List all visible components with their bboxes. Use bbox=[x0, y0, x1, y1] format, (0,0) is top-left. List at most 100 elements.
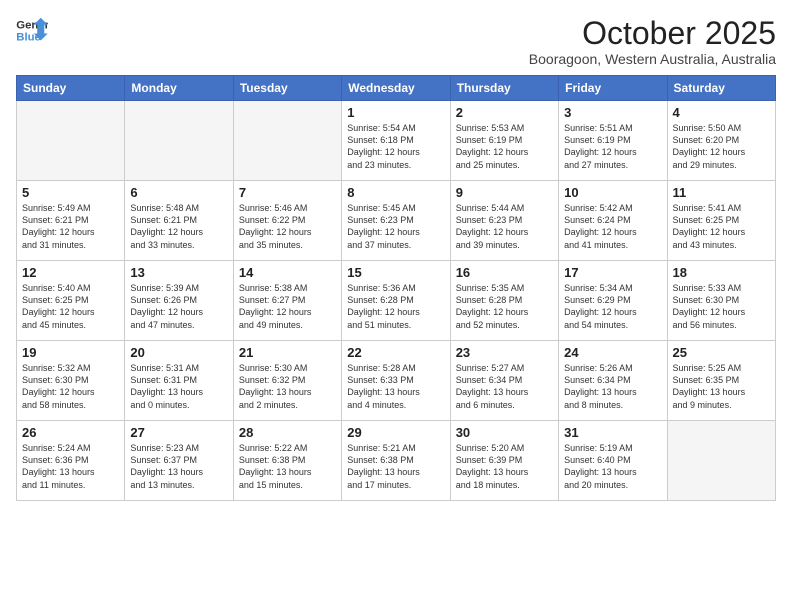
header-monday: Monday bbox=[125, 76, 233, 101]
calendar-cell: 17Sunrise: 5:34 AM Sunset: 6:29 PM Dayli… bbox=[559, 261, 667, 341]
header-saturday: Saturday bbox=[667, 76, 775, 101]
day-number: 10 bbox=[564, 185, 661, 200]
day-info: Sunrise: 5:23 AM Sunset: 6:37 PM Dayligh… bbox=[130, 442, 227, 491]
day-number: 2 bbox=[456, 105, 553, 120]
day-number: 19 bbox=[22, 345, 119, 360]
calendar-cell: 5 Sunrise: 5:49 AM Sunset: 6:21 PM Daylig… bbox=[17, 181, 125, 261]
calendar-cell: 3 Sunrise: 5:51 AM Sunset: 6:19 PM Daylig… bbox=[559, 101, 667, 181]
calendar-cell: 12 Sunrise: 5:40 AM Sunset: 6:25 PM Dayli… bbox=[17, 261, 125, 341]
day-info: Sunrise: 5:19 AM Sunset: 6:40 PM Dayligh… bbox=[564, 442, 661, 491]
calendar-cell: 24 Sunrise: 5:26 AM Sunset: 6:34 PM Dayli… bbox=[559, 341, 667, 421]
calendar-cell: 16 Sunrise: 5:35 AM Sunset: 6:28 PM Dayli… bbox=[450, 261, 558, 341]
day-number: 22 bbox=[347, 345, 444, 360]
logo-icon: General Blue bbox=[16, 16, 48, 44]
calendar-cell: 11Sunrise: 5:41 AM Sunset: 6:25 PM Dayli… bbox=[667, 181, 775, 261]
calendar-subtitle: Booragoon, Western Australia, Australia bbox=[529, 51, 776, 67]
day-number: 26 bbox=[22, 425, 119, 440]
calendar-cell: 14 Sunrise: 5:38 AM Sunset: 6:27 PM Dayli… bbox=[233, 261, 341, 341]
day-info: Sunrise: 5:39 AM Sunset: 6:26 PM Dayligh… bbox=[130, 282, 227, 331]
calendar-cell: 27 Sunrise: 5:23 AM Sunset: 6:37 PM Dayli… bbox=[125, 421, 233, 501]
header-thursday: Thursday bbox=[450, 76, 558, 101]
day-info: Sunrise: 5:25 AM Sunset: 6:35 PM Dayligh… bbox=[673, 362, 770, 411]
svg-text:Blue: Blue bbox=[16, 32, 41, 44]
calendar-cell bbox=[233, 101, 341, 181]
day-number: 9 bbox=[456, 185, 553, 200]
week-row-2: 12 Sunrise: 5:40 AM Sunset: 6:25 PM Dayli… bbox=[17, 261, 776, 341]
day-number: 16 bbox=[456, 265, 553, 280]
calendar-cell bbox=[17, 101, 125, 181]
day-number: 4 bbox=[673, 105, 770, 120]
day-info: Sunrise: 5:30 AM Sunset: 6:32 PM Dayligh… bbox=[239, 362, 336, 411]
day-info: Sunrise: 5:35 AM Sunset: 6:28 PM Dayligh… bbox=[456, 282, 553, 331]
day-number: 20 bbox=[130, 345, 227, 360]
day-info: Sunrise: 5:50 AM Sunset: 6:20 PM Dayligh… bbox=[673, 122, 770, 171]
calendar-table: SundayMondayTuesdayWednesdayThursdayFrid… bbox=[16, 75, 776, 501]
calendar-cell: 25 Sunrise: 5:25 AM Sunset: 6:35 PM Dayli… bbox=[667, 341, 775, 421]
header-tuesday: Tuesday bbox=[233, 76, 341, 101]
day-number: 24 bbox=[564, 345, 661, 360]
header-wednesday: Wednesday bbox=[342, 76, 450, 101]
day-number: 25 bbox=[673, 345, 770, 360]
day-number: 3 bbox=[564, 105, 661, 120]
calendar-cell: 4 Sunrise: 5:50 AM Sunset: 6:20 PM Daylig… bbox=[667, 101, 775, 181]
day-number: 27 bbox=[130, 425, 227, 440]
day-number: 15 bbox=[347, 265, 444, 280]
day-info: Sunrise: 5:46 AM Sunset: 6:22 PM Dayligh… bbox=[239, 202, 336, 251]
calendar-cell: 6 Sunrise: 5:48 AM Sunset: 6:21 PM Daylig… bbox=[125, 181, 233, 261]
day-info: Sunrise: 5:51 AM Sunset: 6:19 PM Dayligh… bbox=[564, 122, 661, 171]
calendar-title: October 2025 bbox=[529, 16, 776, 51]
day-info: Sunrise: 5:36 AM Sunset: 6:28 PM Dayligh… bbox=[347, 282, 444, 331]
calendar-cell: 19 Sunrise: 5:32 AM Sunset: 6:30 PM Dayli… bbox=[17, 341, 125, 421]
day-info: Sunrise: 5:32 AM Sunset: 6:30 PM Dayligh… bbox=[22, 362, 119, 411]
calendar-cell bbox=[125, 101, 233, 181]
day-info: Sunrise: 5:27 AM Sunset: 6:34 PM Dayligh… bbox=[456, 362, 553, 411]
day-info: Sunrise: 5:41 AM Sunset: 6:25 PM Dayligh… bbox=[673, 202, 770, 251]
day-info: Sunrise: 5:31 AM Sunset: 6:31 PM Dayligh… bbox=[130, 362, 227, 411]
calendar-cell: 28 Sunrise: 5:22 AM Sunset: 6:38 PM Dayli… bbox=[233, 421, 341, 501]
day-info: Sunrise: 5:22 AM Sunset: 6:38 PM Dayligh… bbox=[239, 442, 336, 491]
header-friday: Friday bbox=[559, 76, 667, 101]
calendar-cell: 31Sunrise: 5:19 AM Sunset: 6:40 PM Dayli… bbox=[559, 421, 667, 501]
day-number: 6 bbox=[130, 185, 227, 200]
day-number: 17 bbox=[564, 265, 661, 280]
day-info: Sunrise: 5:26 AM Sunset: 6:34 PM Dayligh… bbox=[564, 362, 661, 411]
day-number: 1 bbox=[347, 105, 444, 120]
day-number: 8 bbox=[347, 185, 444, 200]
calendar-cell: 20 Sunrise: 5:31 AM Sunset: 6:31 PM Dayli… bbox=[125, 341, 233, 421]
day-number: 18 bbox=[673, 265, 770, 280]
calendar-cell: 8Sunrise: 5:45 AM Sunset: 6:23 PM Daylig… bbox=[342, 181, 450, 261]
day-number: 5 bbox=[22, 185, 119, 200]
calendar-cell: 9 Sunrise: 5:44 AM Sunset: 6:23 PM Daylig… bbox=[450, 181, 558, 261]
header: General Blue October 2025 Booragoon, Wes… bbox=[16, 16, 776, 67]
day-info: Sunrise: 5:21 AM Sunset: 6:38 PM Dayligh… bbox=[347, 442, 444, 491]
day-number: 21 bbox=[239, 345, 336, 360]
calendar-cell: 18 Sunrise: 5:33 AM Sunset: 6:30 PM Dayli… bbox=[667, 261, 775, 341]
calendar-cell: 30 Sunrise: 5:20 AM Sunset: 6:39 PM Dayli… bbox=[450, 421, 558, 501]
header-sunday: Sunday bbox=[17, 76, 125, 101]
week-row-1: 5 Sunrise: 5:49 AM Sunset: 6:21 PM Daylig… bbox=[17, 181, 776, 261]
calendar-cell: 22Sunrise: 5:28 AM Sunset: 6:33 PM Dayli… bbox=[342, 341, 450, 421]
calendar-cell: 13 Sunrise: 5:39 AM Sunset: 6:26 PM Dayli… bbox=[125, 261, 233, 341]
day-info: Sunrise: 5:42 AM Sunset: 6:24 PM Dayligh… bbox=[564, 202, 661, 251]
day-info: Sunrise: 5:40 AM Sunset: 6:25 PM Dayligh… bbox=[22, 282, 119, 331]
day-info: Sunrise: 5:33 AM Sunset: 6:30 PM Dayligh… bbox=[673, 282, 770, 331]
day-number: 30 bbox=[456, 425, 553, 440]
calendar-cell: 26Sunrise: 5:24 AM Sunset: 6:36 PM Dayli… bbox=[17, 421, 125, 501]
logo: General Blue bbox=[16, 16, 48, 44]
day-number: 7 bbox=[239, 185, 336, 200]
day-info: Sunrise: 5:48 AM Sunset: 6:21 PM Dayligh… bbox=[130, 202, 227, 251]
calendar-cell: 10 Sunrise: 5:42 AM Sunset: 6:24 PM Dayli… bbox=[559, 181, 667, 261]
day-info: Sunrise: 5:53 AM Sunset: 6:19 PM Dayligh… bbox=[456, 122, 553, 171]
day-info: Sunrise: 5:38 AM Sunset: 6:27 PM Dayligh… bbox=[239, 282, 336, 331]
day-info: Sunrise: 5:20 AM Sunset: 6:39 PM Dayligh… bbox=[456, 442, 553, 491]
title-area: October 2025 Booragoon, Western Australi… bbox=[529, 16, 776, 67]
day-info: Sunrise: 5:49 AM Sunset: 6:21 PM Dayligh… bbox=[22, 202, 119, 251]
day-number: 13 bbox=[130, 265, 227, 280]
calendar-cell: 23Sunrise: 5:27 AM Sunset: 6:34 PM Dayli… bbox=[450, 341, 558, 421]
days-header-row: SundayMondayTuesdayWednesdayThursdayFrid… bbox=[17, 76, 776, 101]
day-number: 14 bbox=[239, 265, 336, 280]
day-number: 28 bbox=[239, 425, 336, 440]
day-info: Sunrise: 5:44 AM Sunset: 6:23 PM Dayligh… bbox=[456, 202, 553, 251]
day-number: 12 bbox=[22, 265, 119, 280]
calendar-cell bbox=[667, 421, 775, 501]
